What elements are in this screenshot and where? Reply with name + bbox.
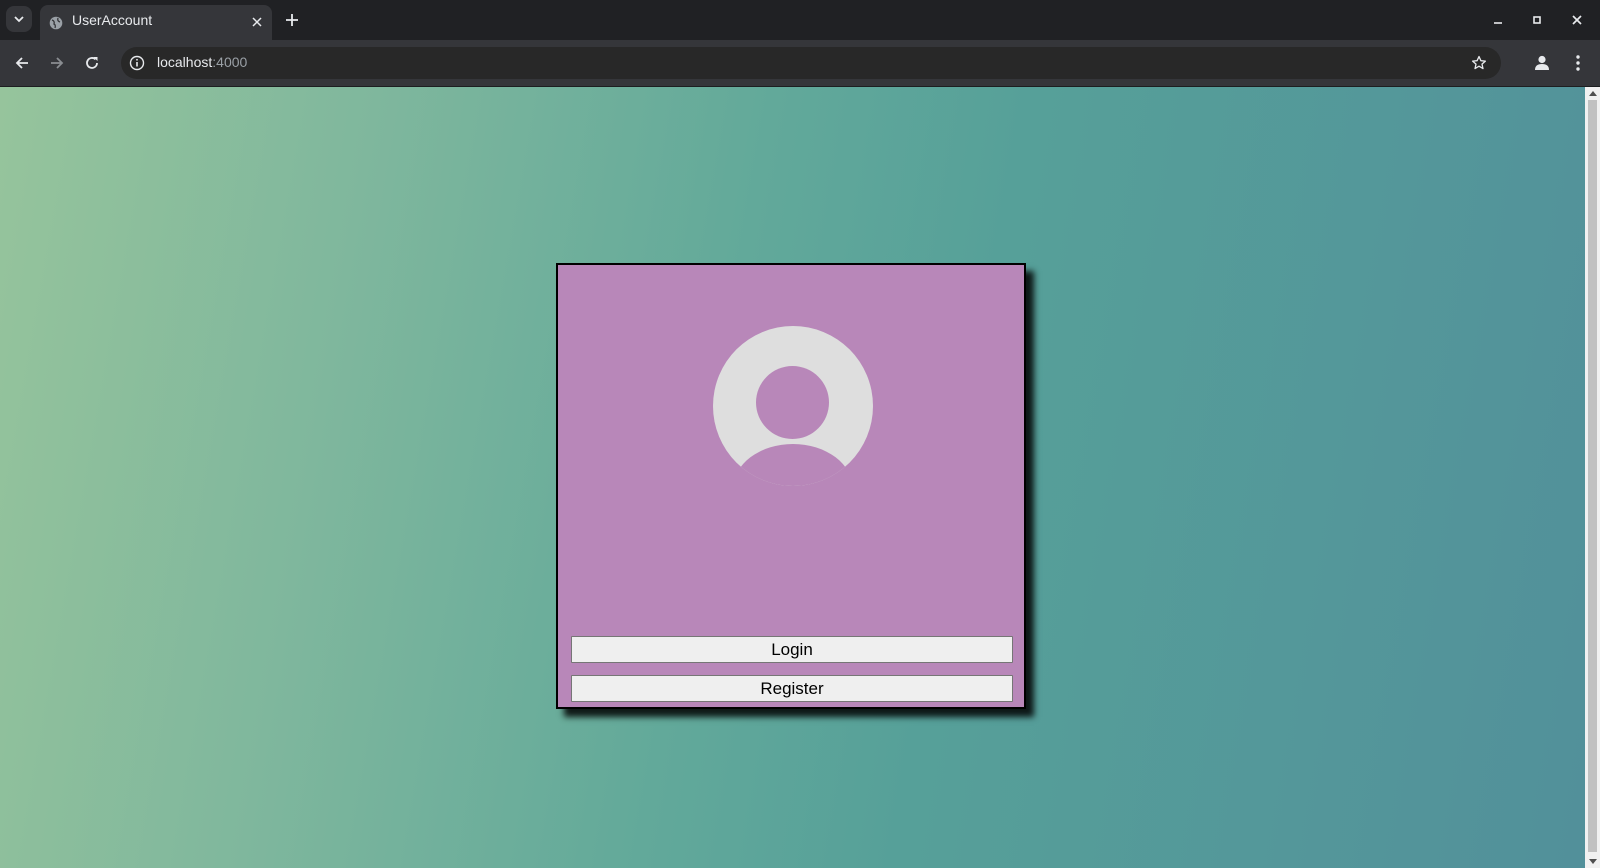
- profile-icon: [1535, 55, 1549, 70]
- address-bar[interactable]: localhost:4000: [121, 47, 1501, 79]
- minimize-icon: [1494, 22, 1502, 24]
- back-button[interactable]: [10, 51, 34, 75]
- scrollbar-thumb[interactable]: [1588, 100, 1597, 852]
- browser-menu-button[interactable]: [1566, 51, 1590, 75]
- maximize-button[interactable]: [1525, 8, 1549, 32]
- maximize-icon: [1533, 16, 1541, 24]
- browser-tab[interactable]: UserAccount: [40, 5, 272, 40]
- tab-title: UserAccount: [72, 12, 153, 28]
- avatar-body: [733, 444, 853, 486]
- url-port: :4000: [212, 54, 248, 70]
- close-icon: [252, 17, 262, 27]
- register-button[interactable]: Register: [571, 675, 1013, 702]
- login-button[interactable]: Login: [571, 636, 1013, 663]
- globe-icon: [49, 16, 63, 30]
- close-icon: [1572, 15, 1582, 25]
- scroll-down-arrow-icon[interactable]: [1589, 859, 1597, 864]
- tab-strip: UserAccount: [0, 0, 1600, 40]
- reload-icon: [86, 57, 98, 69]
- new-tab-button[interactable]: [281, 9, 303, 31]
- tab-close-button[interactable]: [248, 13, 266, 31]
- minimize-button[interactable]: [1486, 8, 1510, 32]
- reload-button[interactable]: [80, 51, 104, 75]
- default-user-avatar-icon: [713, 326, 873, 486]
- plus-icon: [286, 14, 298, 26]
- browser-toolbar: localhost:4000: [0, 40, 1600, 87]
- info-icon[interactable]: [129, 55, 145, 71]
- page-scrollbar[interactable]: [1585, 87, 1600, 868]
- window-close-button[interactable]: [1565, 8, 1589, 32]
- arrow-left-icon: [15, 57, 28, 69]
- page-viewport: Login Register: [0, 87, 1585, 868]
- url-text: localhost:4000: [157, 54, 247, 70]
- star-icon: [1471, 55, 1487, 70]
- url-host: localhost: [157, 54, 213, 70]
- more-vert-icon: [1576, 55, 1580, 71]
- bookmark-button[interactable]: [1469, 53, 1489, 73]
- arrow-right-icon: [51, 57, 64, 69]
- avatar-head: [756, 366, 829, 439]
- account-card: Login Register: [556, 263, 1026, 709]
- scroll-up-arrow-icon[interactable]: [1589, 91, 1597, 96]
- forward-button[interactable]: [45, 51, 69, 75]
- profile-button[interactable]: [1530, 51, 1554, 75]
- chevron-down-icon: [14, 16, 24, 23]
- tab-search-button[interactable]: [6, 6, 32, 32]
